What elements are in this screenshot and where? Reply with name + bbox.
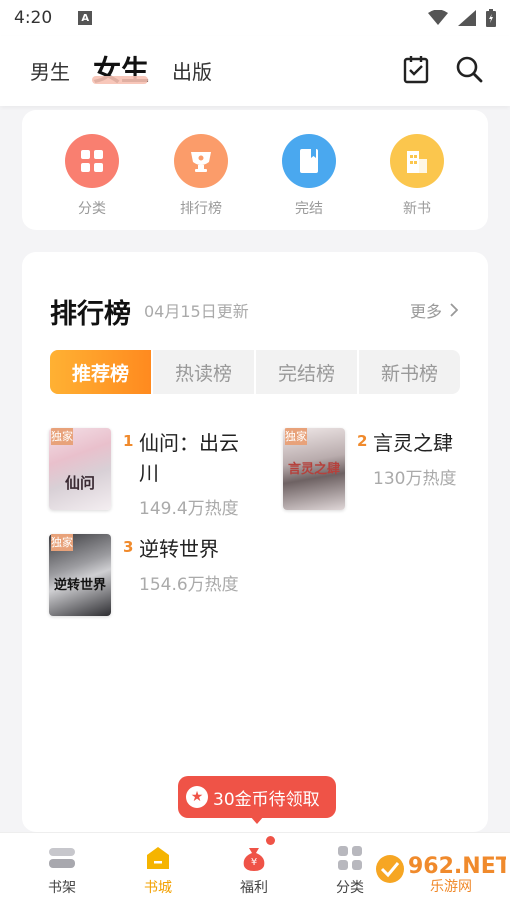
book-item[interactable]: 独家 逆转世界 3 逆转世界 154.6万热度 — [49, 534, 269, 624]
notification-dot — [266, 836, 275, 845]
tab-recommend[interactable]: 推荐榜 — [50, 350, 153, 394]
search-icon[interactable] — [455, 54, 483, 84]
trophy-icon — [174, 134, 228, 188]
book-title: 逆转世界 — [139, 537, 219, 561]
book-heat: 154.6万热度 — [139, 575, 239, 595]
nav-label: 书架 — [48, 880, 76, 896]
book-title: 仙问：出云川 — [139, 431, 239, 485]
book-cover: 独家 言灵之肆 — [283, 428, 345, 510]
book-cover: 独家 逆转世界 — [49, 534, 111, 616]
nav-label: 书城 — [144, 880, 172, 896]
reward-bubble[interactable]: ★ 30金币待领取 — [178, 776, 336, 818]
book-cover: 独家 仙问 — [49, 428, 111, 510]
category-label: 新书 — [403, 201, 431, 217]
tab-finished[interactable]: 完结榜 — [256, 350, 359, 394]
tab-publish[interactable]: 出版 — [172, 56, 212, 85]
exclusive-badge: 独家 — [285, 428, 307, 445]
status-time: 4:20 — [14, 8, 53, 28]
book-heat: 149.4万热度 — [139, 499, 239, 519]
more-label: 更多 — [409, 302, 442, 321]
watermark-logo: 962.NET 乐游网 — [370, 845, 510, 897]
watermark-brand: 962.NET — [408, 854, 506, 879]
category-item-ranking[interactable]: 排行榜 — [166, 134, 236, 218]
status-bar: 4:20 A — [0, 0, 510, 36]
checkin-icon[interactable] — [402, 54, 430, 84]
ranking-card: 排行榜 04月15日更新 更多 推荐榜 热读榜 完结榜 新书榜 独家 仙问 1 … — [22, 252, 488, 832]
store-icon — [143, 843, 173, 873]
star-icon: ★ — [186, 786, 208, 808]
rank-number: 1 — [123, 432, 134, 450]
money-bag-icon: ¥ — [239, 843, 269, 873]
ranking-title: 排行榜 — [50, 299, 131, 330]
tab-male[interactable]: 男生 — [30, 56, 70, 85]
nav-label: 福利 — [240, 880, 268, 896]
book-title: 言灵之肆 — [373, 431, 453, 455]
nav-item-bookshelf[interactable]: 书架 — [32, 843, 92, 897]
rank-number: 2 — [357, 432, 368, 450]
book-item[interactable]: 独家 言灵之肆 2 言灵之肆 130万热度 — [283, 428, 473, 523]
building-icon — [390, 134, 444, 188]
active-tab-indicator — [92, 76, 148, 84]
exclusive-badge: 独家 — [51, 428, 73, 445]
reward-bubble-tail — [250, 816, 264, 824]
chevron-right-icon — [450, 303, 458, 317]
category-card: 分类 排行榜 完结 新书 — [22, 110, 488, 230]
bookshelf-icon — [47, 843, 77, 873]
category-label: 排行榜 — [180, 201, 222, 217]
nav-item-bookstore[interactable]: 书城 — [128, 843, 188, 897]
svg-text:¥: ¥ — [251, 857, 257, 868]
cover-title: 逆转世界 — [53, 578, 106, 593]
wifi-icon — [428, 10, 448, 25]
tab-new[interactable]: 新书榜 — [359, 350, 460, 394]
category-label: 完结 — [295, 201, 323, 217]
top-nav: 男生 女生 出版 — [0, 36, 510, 106]
book-heat: 130万热度 — [373, 469, 457, 489]
nav-item-welfare[interactable]: ¥ 福利 — [224, 843, 284, 897]
status-icons — [428, 9, 496, 27]
category-label: 分类 — [78, 201, 106, 217]
book-icon — [282, 134, 336, 188]
tab-hot[interactable]: 热读榜 — [153, 350, 256, 394]
reward-label: 30金币待领取 — [213, 789, 320, 810]
cover-title: 言灵之肆 — [287, 462, 340, 477]
grid-icon — [335, 843, 365, 873]
ranking-updated: 04月15日更新 — [144, 302, 249, 321]
exclusive-badge: 独家 — [51, 534, 73, 551]
category-item-new[interactable]: 新书 — [382, 134, 452, 218]
signal-icon — [458, 10, 476, 26]
more-link[interactable]: 更多 — [410, 298, 458, 322]
battery-icon — [486, 9, 496, 27]
grid-icon — [65, 134, 119, 188]
watermark-sub: 乐游网 — [430, 879, 472, 895]
rank-number: 3 — [123, 538, 134, 556]
ranking-tabs: 推荐榜 热读榜 完结榜 新书榜 — [50, 350, 460, 394]
book-item[interactable]: 独家 仙问 1 仙问：出云川 149.4万热度 — [49, 428, 269, 523]
cover-title: 仙问 — [64, 474, 95, 492]
category-item-finished[interactable]: 完结 — [274, 134, 344, 218]
notification-icon: A — [78, 11, 93, 25]
category-item-classify[interactable]: 分类 — [57, 134, 127, 218]
